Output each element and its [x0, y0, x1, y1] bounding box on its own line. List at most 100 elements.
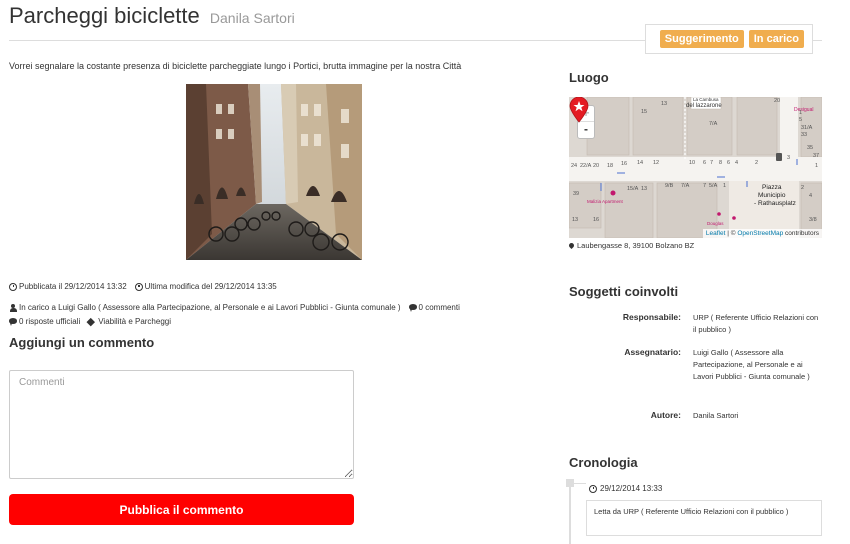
leaflet-link[interactable]: Leaflet	[706, 230, 726, 237]
map-label-street-top: La Cambusa	[693, 97, 719, 102]
subjects-heading: Soggetti coinvolti	[569, 284, 679, 299]
svg-text:2: 2	[801, 185, 804, 191]
status-badges: Suggerimento In carico	[645, 24, 813, 54]
modified-text: Ultima modifica del 29/12/2014 13:35	[144, 282, 277, 291]
comment-textarea[interactable]	[9, 370, 354, 479]
svg-text:6: 6	[703, 160, 706, 166]
comments-count-text: 0 commenti	[418, 303, 460, 312]
svg-text:8: 8	[719, 160, 722, 166]
timeline-line	[569, 483, 571, 544]
assignment-line: In carico a Luigi Gallo ( Assessore alla…	[9, 303, 460, 312]
comment-icon	[408, 304, 417, 312]
official-replies-text: 0 risposte ufficiali	[19, 317, 81, 326]
svg-text:20: 20	[593, 163, 599, 169]
map-attribution: Leaflet | © OpenStreetMap contributors	[702, 229, 822, 238]
svg-text:16: 16	[593, 217, 599, 223]
map-tiles: La Cambusa del lazzarone Piazza Municipi…	[569, 97, 822, 238]
timeline-node	[566, 479, 574, 487]
map-label-square-3: - Rathausplatz	[754, 200, 796, 207]
svg-text:4: 4	[735, 160, 738, 166]
type-badge: Suggerimento	[659, 30, 744, 48]
report-author: Danila Sartori	[209, 10, 295, 26]
subject-row-responsabile: Responsabile: URP ( Referente Ufficio Re…	[580, 312, 823, 336]
svg-text:1: 1	[815, 163, 818, 169]
svg-text:14: 14	[637, 160, 643, 166]
svg-text:16: 16	[621, 161, 627, 167]
svg-text:2: 2	[755, 160, 758, 166]
status-badge: In carico	[748, 30, 804, 48]
subject-value: Danila Sartori	[693, 411, 739, 420]
osm-link[interactable]: OpenStreetMap	[737, 230, 783, 237]
svg-text:9/B: 9/B	[665, 183, 674, 189]
svg-text:10: 10	[689, 160, 695, 166]
category-link[interactable]: Viabilità e Parcheggi	[88, 317, 171, 326]
clock-icon	[9, 282, 17, 291]
svg-text:3: 3	[787, 155, 790, 161]
svg-text:7: 7	[703, 183, 706, 189]
assigned-to: In carico a Luigi Gallo ( Assessore alla…	[9, 303, 401, 312]
svg-text:24: 24	[571, 163, 577, 169]
svg-text:37: 37	[813, 153, 819, 159]
map-marker-icon[interactable]	[569, 97, 589, 123]
published-date: Pubblicata il 29/12/2014 13:32	[9, 282, 127, 291]
svg-text:4: 4	[809, 193, 812, 199]
map-label-street: del lazzarone	[686, 103, 722, 109]
svg-text:6: 6	[727, 160, 730, 166]
page-title: Parcheggi biciclette Danila Sartori	[9, 3, 295, 29]
svg-text:15: 15	[641, 109, 647, 115]
map-marker-small-icon	[567, 241, 576, 250]
svg-text:22/A: 22/A	[580, 163, 592, 169]
arcade-street-photo	[186, 84, 362, 260]
location-heading: Luogo	[569, 70, 609, 85]
subject-row-assegnatario: Assegnatario: Luigi Gallo ( Assessore al…	[580, 347, 823, 383]
category-line: 0 risposte ufficiali Viabilità e Parcheg…	[9, 317, 171, 326]
svg-text:15/A: 15/A	[627, 186, 639, 192]
svg-text:13: 13	[572, 217, 578, 223]
svg-text:3/8: 3/8	[809, 217, 817, 223]
svg-text:20: 20	[774, 98, 780, 104]
clock-icon	[589, 484, 597, 493]
svg-text:5: 5	[799, 117, 802, 123]
report-description: Vorrei segnalare la costante presenza di…	[9, 61, 462, 71]
category-text: Viabilità e Parcheggi	[98, 317, 172, 326]
published-text: Pubblicata il 29/12/2014 13:32	[19, 282, 127, 291]
timeline-heading: Cronologia	[569, 455, 638, 470]
map-label-pink: Douglas	[707, 221, 724, 226]
comment-icon	[9, 318, 17, 326]
report-title: Parcheggi biciclette	[9, 3, 200, 28]
svg-text:18: 18	[607, 163, 613, 169]
svg-text:33: 33	[801, 132, 807, 138]
map-label-shop-2: Malizia Apartment	[587, 199, 624, 204]
report-photo[interactable]	[186, 84, 362, 260]
official-replies: 0 risposte ufficiali	[9, 317, 80, 326]
svg-text:12: 12	[653, 160, 659, 166]
svg-text:1: 1	[799, 110, 802, 116]
svg-text:5/A: 5/A	[709, 183, 718, 189]
svg-text:31/A: 31/A	[801, 125, 813, 131]
location-map[interactable]: La Cambusa del lazzarone Piazza Municipi…	[569, 97, 822, 238]
timeline-connector	[574, 483, 586, 484]
map-label-square: Piazza	[762, 184, 782, 191]
timeline-entry-card: Letta da URP ( Referente Ufficio Relazio…	[586, 500, 822, 536]
add-comment-heading: Aggiungi un commento	[9, 335, 155, 350]
modified-date: Ultima modifica del 29/12/2014 13:35	[134, 282, 277, 291]
map-label-square-2: Municipio	[758, 192, 786, 199]
zoom-out-button[interactable]: -	[578, 122, 594, 138]
clock-icon	[134, 282, 143, 291]
timeline-date-text: 29/12/2014 13:33	[600, 484, 663, 493]
map-label-shop: Desigual	[794, 107, 813, 113]
svg-text:13: 13	[641, 186, 647, 192]
comments-count[interactable]: 0 commenti	[408, 303, 460, 312]
svg-text:1: 1	[723, 183, 726, 189]
subject-value: Luigi Gallo ( Assessore alla Partecipazi…	[693, 348, 810, 381]
assigned-text: In carico a Luigi Gallo ( Assessore alla…	[19, 303, 401, 312]
subject-label: Autore:	[650, 410, 681, 420]
publish-comment-button[interactable]: Pubblica il commento	[9, 494, 354, 525]
address-text: Laubengasse 8, 39100 Bolzano BZ	[577, 241, 695, 250]
subject-label: Responsabile:	[622, 312, 681, 322]
tags-icon	[88, 318, 96, 326]
svg-text:13: 13	[661, 101, 667, 107]
subject-value: URP ( Referente Ufficio Relazioni con il…	[693, 313, 819, 334]
location-address: Laubengasse 8, 39100 Bolzano BZ	[567, 241, 695, 250]
svg-text:35: 35	[807, 145, 813, 151]
